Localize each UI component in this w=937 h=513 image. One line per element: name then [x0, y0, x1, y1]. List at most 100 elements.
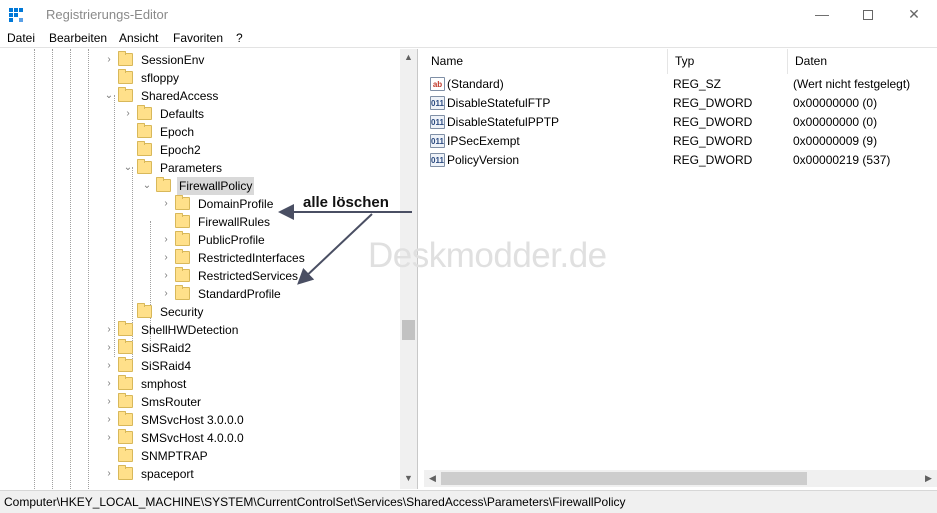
value-type: REG_DWORD	[673, 134, 753, 148]
scroll-up-icon[interactable]: ▲	[400, 49, 417, 66]
tree-item-label: smphost	[141, 377, 187, 391]
tree-item-label: Epoch2	[160, 143, 201, 157]
tree-guide-line	[88, 49, 89, 489]
tree-item-label: sfloppy	[141, 71, 180, 85]
expand-chevron-icon[interactable]: ›	[104, 51, 114, 69]
title-bar: Registrierungs-Editor — ✕	[0, 0, 937, 30]
scroll-down-icon[interactable]: ▼	[400, 470, 417, 487]
folder-icon	[118, 411, 133, 426]
tree-item-label: SessionEnv	[141, 53, 205, 67]
tree-item-label: ShellHWDetection	[141, 323, 239, 337]
value-data: (Wert nicht festgelegt)	[793, 77, 911, 91]
tree-item-label: FirewallPolicy	[177, 177, 255, 195]
tree-item-label: Defaults	[160, 107, 205, 121]
tree-item-label: spaceport	[141, 467, 194, 481]
folder-icon	[118, 87, 133, 102]
expand-chevron-icon[interactable]: ›	[104, 357, 114, 375]
folder-icon	[118, 51, 133, 66]
tree-item-label: SharedAccess	[141, 89, 219, 103]
menu-favoriten[interactable]: Favoriten	[173, 31, 223, 45]
scroll-left-icon[interactable]: ◀	[424, 470, 441, 487]
minimize-button[interactable]: —	[799, 0, 845, 30]
tree-item-label: RestrictedInterfaces	[198, 251, 305, 265]
tree-item-label: SMSvcHost 3.0.0.0	[141, 413, 244, 427]
folder-icon	[118, 339, 133, 354]
collapse-chevron-icon[interactable]: ⌄	[142, 177, 152, 195]
folder-icon	[175, 249, 190, 264]
value-data: 0x00000000 (0)	[793, 96, 878, 110]
tree-item-label: SNMPTRAP	[141, 449, 208, 463]
tree-item-label: Parameters	[160, 161, 223, 175]
tree-item-label: StandardProfile	[198, 287, 281, 301]
value-type: REG_DWORD	[673, 96, 753, 110]
close-button[interactable]: ✕	[891, 0, 937, 30]
value-row[interactable]: 011 DisableStatefulFTP REG_DWORD 0x00000000…	[424, 94, 937, 113]
column-header-data[interactable]: Daten	[788, 49, 937, 74]
expand-chevron-icon[interactable]: ›	[161, 195, 171, 213]
menu-help[interactable]: ?	[236, 31, 243, 45]
key-tree: › SessionEnv sfloppy ⌄ SharedAccess › Defaults…	[0, 49, 400, 489]
folder-icon	[137, 123, 152, 138]
expand-chevron-icon[interactable]: ›	[161, 231, 171, 249]
folder-icon	[118, 429, 133, 444]
folder-icon	[118, 447, 133, 462]
scroll-thumb[interactable]	[441, 472, 807, 485]
tree-item-label: SiSRaid4	[141, 359, 192, 373]
folder-icon	[137, 141, 152, 156]
expand-chevron-icon[interactable]: ›	[104, 339, 114, 357]
folder-icon	[175, 213, 190, 228]
dword-value-icon: 011	[430, 134, 445, 148]
folder-icon	[156, 177, 171, 192]
tree-item-label: Security	[160, 305, 204, 319]
expand-chevron-icon[interactable]: ›	[104, 393, 114, 411]
tree-guide-line	[70, 49, 71, 489]
scroll-right-icon[interactable]: ▶	[920, 470, 937, 487]
value-row[interactable]: 011 PolicyVersion REG_DWORD 0x00000219 (537…	[424, 151, 937, 170]
expand-chevron-icon[interactable]: ›	[161, 285, 171, 303]
menu-datei[interactable]: Datei	[7, 31, 35, 45]
expand-chevron-icon[interactable]: ›	[104, 321, 114, 339]
expand-chevron-icon[interactable]: ›	[104, 465, 114, 483]
menu-bar: Datei Bearbeiten Ansicht Favoriten ?	[0, 30, 937, 48]
tree-guide-line	[114, 95, 115, 357]
menu-ansicht[interactable]: Ansicht	[119, 31, 158, 45]
collapse-chevron-icon[interactable]: ⌄	[123, 159, 133, 177]
registry-editor-icon	[9, 8, 23, 22]
expand-chevron-icon[interactable]: ›	[104, 375, 114, 393]
folder-icon	[137, 105, 152, 120]
menu-bearbeiten[interactable]: Bearbeiten	[49, 31, 107, 45]
value-name: DisableStatefulFTP	[447, 96, 551, 110]
value-row[interactable]: ab (Standard) REG_SZ (Wert nicht festgelegt…	[424, 75, 937, 94]
tree-item-label: RestrictedServices	[198, 269, 299, 283]
expand-chevron-icon[interactable]: ›	[161, 267, 171, 285]
expand-chevron-icon[interactable]: ›	[104, 411, 114, 429]
column-header-name[interactable]: Name	[424, 49, 668, 74]
value-row[interactable]: 011 IPSecExempt REG_DWORD 0x00000009 (9)	[424, 132, 937, 151]
expand-chevron-icon[interactable]: ›	[104, 429, 114, 447]
expand-chevron-icon[interactable]: ›	[161, 249, 171, 267]
scroll-thumb[interactable]	[402, 320, 415, 340]
value-data: 0x00000000 (0)	[793, 115, 878, 129]
annotation-label: alle löschen	[303, 194, 389, 211]
folder-icon	[175, 267, 190, 282]
column-header-type[interactable]: Typ	[668, 49, 788, 74]
value-name: (Standard)	[447, 77, 504, 91]
value-row[interactable]: 011 DisableStatefulPPTP REG_DWORD 0x0000000…	[424, 113, 937, 132]
value-type: REG_SZ	[673, 77, 722, 91]
key-tree-pane[interactable]: › SessionEnv sfloppy ⌄ SharedAccess › Defaults…	[0, 49, 418, 489]
maximize-icon	[863, 10, 873, 21]
dword-value-icon: 011	[430, 96, 445, 110]
folder-icon	[118, 321, 133, 336]
values-horizontal-scrollbar[interactable]: ◀ ▶	[424, 470, 937, 487]
value-type: REG_DWORD	[673, 153, 753, 167]
collapse-chevron-icon[interactable]: ⌄	[104, 87, 114, 105]
folder-icon	[175, 231, 190, 246]
value-type: REG_DWORD	[673, 115, 753, 129]
expand-chevron-icon[interactable]: ›	[123, 105, 133, 123]
maximize-button[interactable]	[845, 0, 891, 30]
tree-item-label: SmsRouter	[141, 395, 202, 409]
